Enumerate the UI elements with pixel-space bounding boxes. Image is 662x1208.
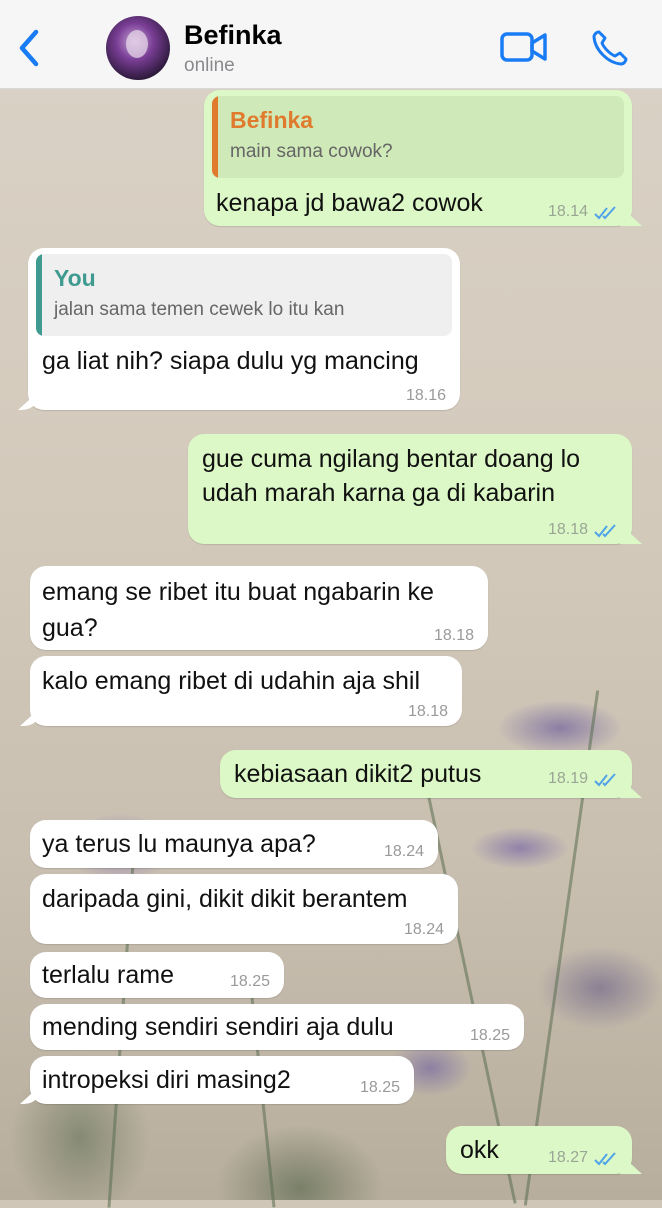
message-time: 18.24	[403, 921, 444, 938]
message-bubble-incoming[interactable]: mending sendiri sendiri aja dulu 18.25	[30, 1004, 524, 1050]
message-bubble-incoming[interactable]: emang se ribet itu buat ngabarin ke gua?…	[30, 566, 488, 650]
message-time: 18.18	[407, 703, 448, 720]
message-bubble-outgoing[interactable]: okk 18.27	[446, 1126, 642, 1174]
message-text: daripada gini, dikit dikit berantem	[42, 885, 408, 913]
contact-status: online	[184, 55, 235, 76]
message-bubble-incoming[interactable]: kalo emang ribet di udahin aja shil 18.1…	[20, 656, 462, 726]
message-bubble-incoming[interactable]: ya terus lu maunya apa? 18.24	[30, 820, 438, 868]
back-button[interactable]	[14, 26, 44, 70]
message-time: 18.18	[547, 521, 588, 538]
message-bubble-incoming[interactable]: intropeksi diri masing2 18.25	[20, 1056, 414, 1104]
message-text: kalo emang ribet di udahin aja shil	[42, 667, 421, 695]
video-camera-icon	[500, 32, 547, 62]
message-text: intropeksi diri masing2	[42, 1066, 291, 1094]
message-bubble-outgoing[interactable]: kebiasaan dikit2 putus 18.19	[220, 750, 642, 798]
read-receipt-icon	[594, 524, 616, 538]
message-text: emang se ribet itu buat ngabarin ke gua?	[42, 578, 434, 642]
message-bubble-incoming[interactable]: You jalan sama temen cewek lo itu kan ga…	[18, 248, 460, 410]
message-bubble-outgoing[interactable]: gue cuma ngilang bentar doang lo udah ma…	[188, 434, 642, 544]
message-bubble-outgoing[interactable]: Befinka main sama cowok? kenapa jd bawa2…	[204, 90, 642, 226]
message-text: mending sendiri sendiri aja dulu	[42, 1013, 394, 1041]
quoted-author: Befinka	[230, 107, 314, 133]
message-time: 18.25	[359, 1079, 400, 1096]
message-time: 18.25	[469, 1027, 510, 1044]
message-time: 18.27	[547, 1149, 588, 1166]
message-time: 18.16	[405, 387, 446, 404]
chevron-left-icon	[19, 29, 39, 67]
quoted-author: You	[54, 265, 96, 291]
message-time: 18.24	[383, 843, 424, 860]
quoted-message[interactable]: Befinka main sama cowok?	[212, 96, 624, 178]
message-time: 18.25	[229, 973, 270, 990]
read-receipt-icon	[594, 206, 616, 220]
message-time: 18.14	[547, 203, 588, 220]
quoted-text: main sama cowok?	[230, 141, 393, 162]
read-receipt-icon	[594, 773, 616, 787]
contact-name[interactable]: Befinka	[184, 20, 282, 51]
contact-avatar[interactable]	[106, 16, 170, 80]
read-receipt-icon	[594, 1152, 616, 1166]
message-bubble-incoming[interactable]: daripada gini, dikit dikit berantem 18.2…	[30, 874, 458, 944]
message-text: gue cuma ngilang bentar doang lo udah ma…	[202, 445, 581, 507]
phone-icon	[592, 30, 628, 66]
quoted-text: jalan sama temen cewek lo itu kan	[54, 299, 345, 320]
chat-header: Befinka online	[0, 0, 662, 89]
message-time: 18.19	[547, 770, 588, 787]
voice-call-button[interactable]	[590, 28, 630, 68]
video-call-button[interactable]	[500, 30, 548, 64]
message-text: ga liat nih? siapa dulu yg mancing	[42, 347, 419, 375]
message-time: 18.18	[433, 627, 474, 644]
quoted-message[interactable]: You jalan sama temen cewek lo itu kan	[36, 254, 452, 336]
message-bubble-incoming[interactable]: terlalu rame 18.25	[30, 952, 284, 998]
message-text: ya terus lu maunya apa?	[42, 830, 316, 858]
